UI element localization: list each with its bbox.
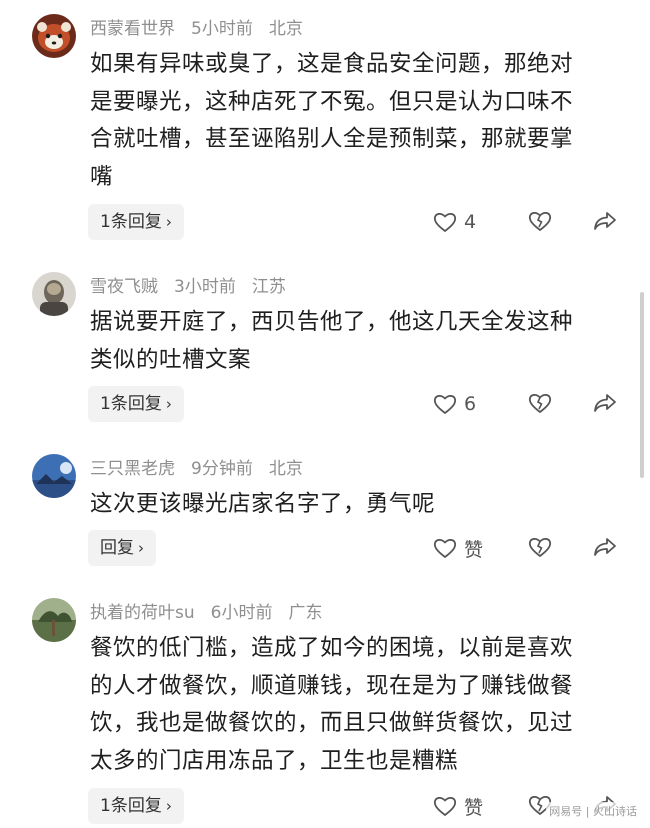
- like-button[interactable]: 赞: [432, 534, 483, 562]
- heart-outline-icon: [433, 797, 457, 816]
- comment-line: 太多的门店用冻品了，卫生也是糟糕: [90, 747, 459, 774]
- heart-outline-icon: [433, 539, 457, 558]
- like-count: 赞: [464, 538, 484, 561]
- timestamp: 3小时前: [174, 277, 236, 297]
- dislike-button[interactable]: [527, 390, 553, 420]
- share-button[interactable]: [592, 534, 618, 564]
- comment-meta: 西蒙看世界 5小时前 北京: [90, 16, 319, 42]
- location: 北京: [268, 459, 303, 479]
- comment-actions: 6: [0, 386, 650, 422]
- like-button[interactable]: 赞: [432, 792, 483, 820]
- comment-line: 这次更该曝光店家名字了，勇气呢: [90, 491, 436, 517]
- share-arrow-icon: [594, 394, 616, 412]
- avatar[interactable]: [32, 14, 76, 58]
- comment-line: 餐饮的低门槛，造成了如今的困境，以前是喜欢: [90, 635, 574, 661]
- timestamp: 6小时前: [210, 603, 273, 623]
- dislike-button[interactable]: [527, 208, 553, 238]
- username[interactable]: 西蒙看世界: [90, 19, 175, 39]
- comment-actions: 4: [0, 204, 650, 240]
- username[interactable]: 三只黑老虎: [90, 459, 175, 479]
- broken-heart-icon: [528, 394, 552, 413]
- share-button[interactable]: [592, 208, 618, 238]
- like-button[interactable]: 4: [432, 208, 476, 236]
- like-count: 4: [464, 211, 477, 233]
- comment-line: 的人才做餐饮，顺道赚钱，现在是为了赚钱做餐: [90, 672, 574, 699]
- timestamp: 5小时前: [191, 19, 253, 39]
- share-button[interactable]: [592, 390, 618, 420]
- watermark: 网易号 | 火山诗话: [546, 802, 640, 820]
- dislike-button[interactable]: [527, 534, 553, 564]
- timestamp: 9分钟前: [191, 459, 253, 479]
- comment-line: 饮，我也是做餐饮的，而且只做鲜货餐饮，见过: [90, 710, 574, 736]
- broken-heart-icon: [528, 538, 552, 557]
- comment-line: 据说要开庭了，西贝告他了，他这几天全发这种: [90, 309, 574, 335]
- heart-outline-icon: [433, 395, 457, 414]
- avatar[interactable]: [32, 454, 76, 498]
- like-button[interactable]: 6: [432, 390, 476, 418]
- comment-text: 如果有异味或臭了，这是食品安全问题，那绝对 是要曝光，这种店死了不冤。但只是认为…: [90, 46, 630, 196]
- scrollbar[interactable]: [640, 292, 644, 478]
- comment-meta: 三只黑老虎 9分钟前 北京: [90, 456, 319, 482]
- comment-line: 嘴: [90, 163, 114, 190]
- comment-actions: 赞: [0, 530, 650, 566]
- comment-text: 这次更该曝光店家名字了，勇气呢: [90, 486, 630, 524]
- username[interactable]: 执着的荷叶su: [90, 603, 195, 623]
- comment-line: 合就吐槽，甚至诬陷别人全是预制菜，那就要掌: [90, 126, 574, 152]
- comment-meta: 执着的荷叶su 6小时前 广东: [90, 600, 338, 626]
- avatar[interactable]: [32, 272, 76, 316]
- location: 北京: [268, 19, 303, 39]
- username[interactable]: 雪夜飞贼: [90, 277, 158, 297]
- like-count: 赞: [464, 796, 484, 819]
- comment-line: 类似的吐槽文案: [90, 346, 252, 373]
- share-arrow-icon: [594, 212, 616, 230]
- broken-heart-icon: [528, 212, 552, 231]
- comment-line: 如果有异味或臭了，这是食品安全问题，那绝对: [90, 51, 574, 77]
- comment-line: 是要曝光，这种店死了不冤。但只是认为口味不: [90, 88, 574, 115]
- like-count: 6: [464, 393, 477, 415]
- comment-text: 据说要开庭了，西贝告他了，他这几天全发这种 类似的吐槽文案: [90, 304, 630, 379]
- location: 广东: [288, 603, 323, 623]
- heart-outline-icon: [433, 213, 457, 232]
- comment-meta: 雪夜飞贼 3小时前 江苏: [90, 274, 302, 300]
- share-arrow-icon: [594, 538, 616, 556]
- location: 江苏: [251, 277, 286, 297]
- avatar[interactable]: [32, 598, 76, 642]
- comment-text: 餐饮的低门槛，造成了如今的困境，以前是喜欢 的人才做餐饮，顺道赚钱，现在是为了赚…: [90, 630, 630, 780]
